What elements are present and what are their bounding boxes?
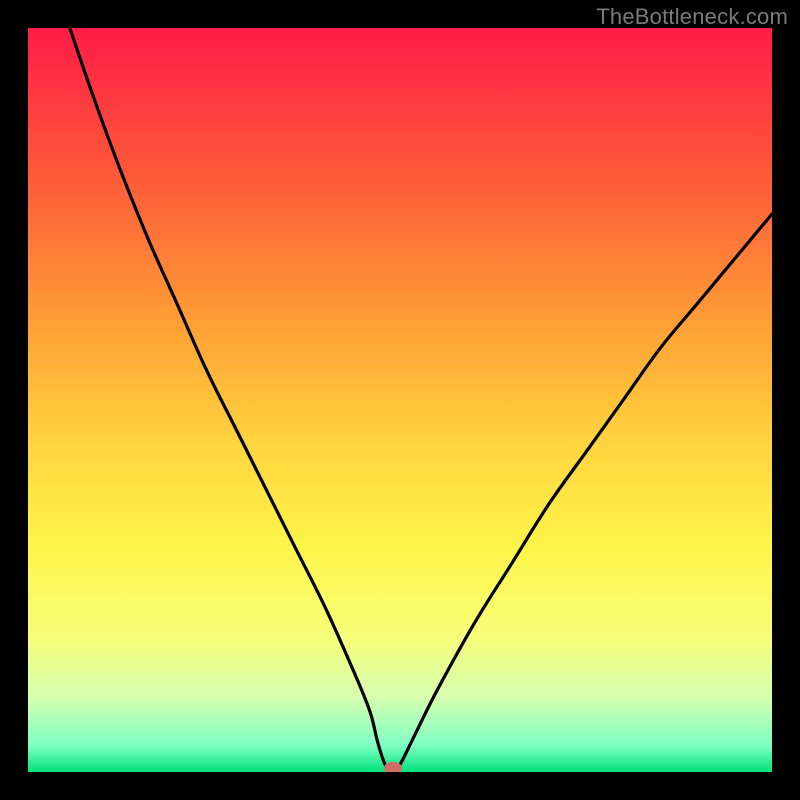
minimum-marker <box>384 762 402 772</box>
plot-area <box>28 28 772 772</box>
bottleneck-curve <box>28 28 772 772</box>
watermark-text: TheBottleneck.com <box>596 4 788 30</box>
chart-frame: TheBottleneck.com <box>0 0 800 800</box>
